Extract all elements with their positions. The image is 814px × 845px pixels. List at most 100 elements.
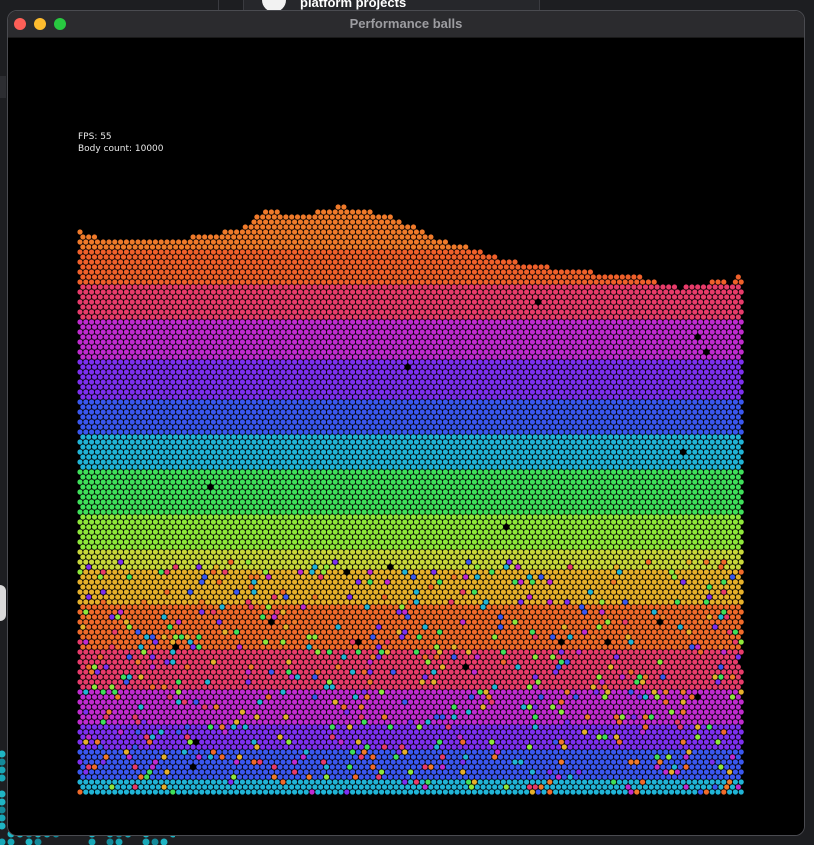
ball	[97, 664, 103, 670]
ball	[126, 634, 132, 640]
ball	[158, 579, 164, 585]
ball	[683, 674, 689, 680]
ball	[300, 634, 306, 640]
ball	[700, 704, 707, 710]
ball	[512, 719, 518, 725]
ball	[187, 769, 193, 775]
ball	[483, 679, 489, 685]
ball	[384, 609, 390, 615]
ball	[332, 729, 338, 735]
ball	[582, 759, 588, 765]
ball	[590, 634, 596, 640]
ball	[393, 724, 399, 730]
ball	[445, 744, 451, 750]
ball	[123, 739, 129, 745]
ball	[439, 784, 446, 790]
title-bar[interactable]: Performance balls	[8, 11, 804, 38]
ball	[506, 629, 512, 635]
ball	[338, 639, 344, 645]
ball	[445, 654, 451, 660]
ball	[466, 719, 472, 725]
ball	[173, 784, 179, 790]
ball	[97, 634, 103, 640]
ball	[732, 589, 739, 595]
ball	[486, 724, 492, 730]
ball	[167, 654, 173, 660]
ball	[176, 649, 182, 655]
ball	[590, 584, 596, 590]
ball	[712, 774, 718, 780]
background-scroll-tab[interactable]	[0, 585, 6, 621]
ball	[602, 744, 608, 750]
ball	[234, 699, 240, 705]
ball	[587, 589, 594, 595]
ball	[422, 614, 428, 620]
ball	[567, 774, 573, 780]
ball	[126, 734, 132, 740]
ball	[558, 759, 565, 765]
ball	[500, 649, 506, 655]
ball	[321, 599, 327, 605]
ball	[207, 604, 214, 610]
background-ball	[0, 774, 6, 782]
ball	[428, 694, 434, 700]
ball	[399, 654, 405, 660]
ball	[170, 649, 176, 655]
ball	[703, 749, 710, 755]
ball	[112, 679, 118, 685]
ball	[297, 589, 303, 595]
ball	[518, 659, 524, 665]
ball	[474, 714, 480, 720]
ball	[292, 729, 298, 735]
ball	[370, 684, 376, 690]
ball	[561, 744, 567, 750]
ball	[428, 784, 434, 790]
ball	[735, 734, 741, 740]
ball	[651, 659, 657, 665]
ball	[178, 584, 185, 590]
ball	[628, 689, 634, 695]
ball	[370, 634, 376, 640]
ball	[640, 779, 646, 785]
ball	[573, 694, 579, 700]
ball	[147, 629, 153, 635]
ball	[129, 629, 135, 635]
ball	[77, 689, 83, 695]
ball	[187, 589, 193, 595]
ball	[257, 699, 263, 705]
ball	[718, 734, 724, 740]
ball	[118, 789, 124, 795]
ball	[703, 779, 710, 785]
ball	[642, 664, 649, 670]
ball	[689, 654, 695, 660]
ball	[555, 624, 562, 630]
ball	[529, 619, 536, 625]
ball	[654, 764, 660, 770]
ball	[141, 629, 147, 635]
ball	[263, 759, 269, 765]
ball	[280, 709, 286, 715]
ball	[599, 639, 605, 645]
ball	[602, 644, 608, 650]
ball	[468, 724, 475, 730]
ball	[460, 749, 466, 755]
ball	[503, 704, 509, 710]
ball	[732, 579, 739, 585]
background-ball	[0, 798, 6, 806]
ball	[686, 599, 692, 605]
ball	[364, 604, 370, 610]
ball	[680, 609, 686, 615]
ball	[190, 694, 196, 700]
ball	[645, 589, 652, 595]
ball	[666, 734, 672, 740]
simulation-canvas[interactable]: FPS: 55 Body count: 10000	[8, 38, 804, 835]
ball	[115, 654, 121, 660]
ball	[558, 769, 565, 775]
ball	[532, 724, 538, 730]
ball	[613, 604, 620, 610]
ball	[413, 649, 419, 655]
ball	[718, 644, 724, 650]
ball	[408, 639, 414, 645]
ball	[457, 734, 463, 740]
ball	[210, 739, 216, 745]
